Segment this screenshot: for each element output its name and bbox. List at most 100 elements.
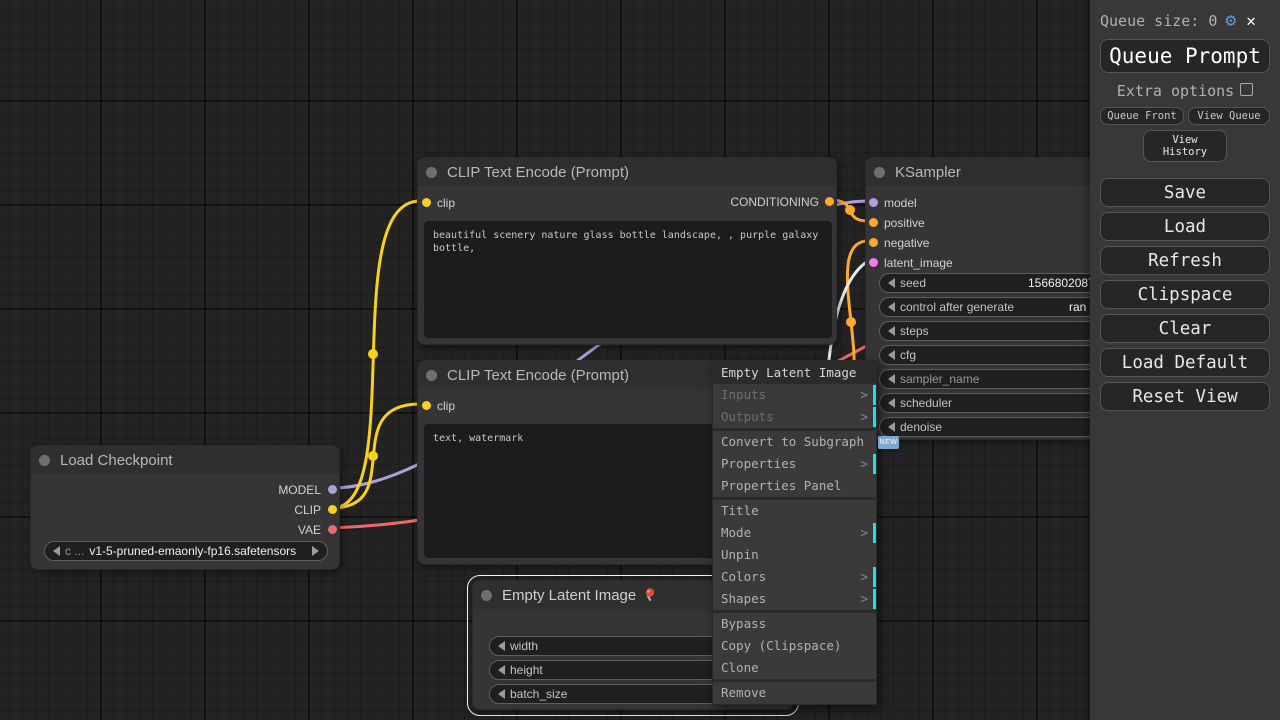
queue-prompt-button[interactable]: Queue Prompt [1100, 39, 1270, 73]
view-queue-button[interactable]: View Queue [1188, 107, 1270, 125]
menu-item-copy-clipspace[interactable]: Copy (Clipspace) [713, 635, 876, 657]
input-slot-latent-image[interactable] [869, 258, 878, 267]
prev-value-icon[interactable] [53, 546, 60, 556]
node-title-bar[interactable]: CLIP Text Encode (Prompt) [418, 158, 836, 186]
widget-label: cfg [900, 348, 916, 362]
prev-value-icon[interactable] [888, 326, 895, 336]
menu-item-convert-to-subgraph[interactable]: Convert to Subgraph NEW [713, 431, 876, 453]
menu-item-properties[interactable]: Properties > [713, 453, 876, 475]
menu-item-outputs[interactable]: Outputs > [713, 406, 876, 428]
clear-button[interactable]: Clear [1100, 314, 1270, 343]
link-dot [368, 451, 378, 461]
ckpt-name-widget[interactable]: c ... v1-5-pruned-emaonly-fp16.safetenso… [44, 541, 328, 561]
output-label: CLIP [294, 503, 321, 517]
node-title: Load Checkpoint [60, 452, 173, 469]
menu-item-title[interactable]: Title [713, 500, 876, 522]
widget-label: seed [900, 276, 926, 290]
control-after-generate-value: ran [1069, 300, 1086, 314]
submenu-accent-bar [873, 589, 876, 609]
input-slot-positive[interactable] [869, 218, 878, 227]
menu-item-unpin[interactable]: Unpin [713, 544, 876, 566]
output-slot-conditioning[interactable] [825, 197, 834, 206]
extra-options-label: Extra options [1117, 82, 1234, 100]
submenu-arrow-icon: > [860, 384, 868, 406]
collapse-dot-icon[interactable] [426, 370, 437, 381]
prev-value-icon[interactable] [888, 374, 895, 384]
link-dot [846, 317, 856, 327]
prev-value-icon[interactable] [888, 398, 895, 408]
node-clip-text-encode-positive[interactable]: CLIP Text Encode (Prompt) clip CONDITION… [417, 157, 837, 345]
node-title: KSampler [895, 164, 961, 181]
menu-item-colors[interactable]: Colors > [713, 566, 876, 588]
widget-label: height [510, 663, 543, 677]
submenu-arrow-icon: > [860, 588, 868, 610]
node-title: CLIP Text Encode (Prompt) [447, 164, 629, 181]
node-title: Empty Latent Image [502, 587, 636, 604]
widget-label: control after generate [900, 300, 1014, 314]
node-title-bar[interactable]: Load Checkpoint [31, 446, 339, 474]
queue-front-button[interactable]: Queue Front [1100, 107, 1184, 125]
input-slot-negative[interactable] [869, 238, 878, 247]
widget-label: width [510, 639, 538, 653]
output-slot-clip[interactable] [328, 505, 337, 514]
submenu-accent-bar [873, 454, 876, 474]
prev-value-icon[interactable] [888, 302, 895, 312]
submenu-accent-bar [873, 523, 876, 543]
menu-item-bypass[interactable]: Bypass [713, 613, 876, 635]
output-slot-vae[interactable] [328, 525, 337, 534]
output-label: MODEL [278, 483, 321, 497]
close-icon[interactable]: ✕ [1246, 11, 1256, 30]
input-label: clip [437, 399, 455, 413]
submenu-arrow-icon: > [860, 566, 868, 588]
widget-label: denoise [900, 420, 942, 434]
prev-value-icon[interactable] [498, 689, 505, 699]
view-history-button[interactable]: View History [1143, 130, 1227, 162]
input-label: negative [884, 236, 929, 250]
submenu-accent-bar [873, 385, 876, 405]
menu-item-properties-panel[interactable]: Properties Panel [713, 475, 876, 497]
widget-label: steps [900, 324, 929, 338]
clipspace-button[interactable]: Clipspace [1100, 280, 1270, 309]
menu-item-mode[interactable]: Mode > [713, 522, 876, 544]
next-value-icon[interactable] [312, 546, 319, 556]
collapse-dot-icon[interactable] [426, 167, 437, 178]
node-load-checkpoint[interactable]: Load Checkpoint MODEL CLIP VAE c ... v1-… [30, 445, 340, 570]
queue-size-label: Queue size: 0 [1100, 12, 1217, 30]
submenu-arrow-icon: > [860, 453, 868, 475]
node-title: CLIP Text Encode (Prompt) [447, 367, 629, 384]
menu-item-inputs[interactable]: Inputs > [713, 384, 876, 406]
reset-view-button[interactable]: Reset View [1100, 382, 1270, 411]
seed-value: 1566802087 [1028, 276, 1095, 290]
collapse-dot-icon[interactable] [39, 455, 50, 466]
collapse-dot-icon[interactable] [874, 167, 885, 178]
input-slot-clip[interactable] [422, 401, 431, 410]
prev-value-icon[interactable] [498, 641, 505, 651]
extra-options-checkbox[interactable] [1240, 83, 1253, 96]
input-slot-clip[interactable] [422, 198, 431, 207]
load-default-button[interactable]: Load Default [1100, 348, 1270, 377]
input-label: model [884, 196, 917, 210]
input-slot-model[interactable] [869, 198, 878, 207]
node-context-menu: Empty Latent Image Inputs > Outputs > Co… [712, 360, 877, 705]
input-label: clip [437, 196, 455, 210]
output-label: CONDITIONING [730, 195, 819, 209]
prev-value-icon[interactable] [888, 350, 895, 360]
submenu-accent-bar [873, 567, 876, 587]
save-button[interactable]: Save [1100, 178, 1270, 207]
prev-value-icon[interactable] [498, 665, 505, 675]
prev-value-icon[interactable] [888, 278, 895, 288]
prompt-textarea[interactable]: beautiful scenery nature glass bottle la… [424, 221, 832, 338]
load-button[interactable]: Load [1100, 212, 1270, 241]
menu-item-shapes[interactable]: Shapes > [713, 588, 876, 610]
prev-value-icon[interactable] [888, 422, 895, 432]
menu-item-remove[interactable]: Remove [713, 682, 876, 704]
output-slot-model[interactable] [328, 485, 337, 494]
comfyui-canvas[interactable]: Load Checkpoint MODEL CLIP VAE c ... v1-… [0, 0, 1280, 720]
refresh-button[interactable]: Refresh [1100, 246, 1270, 275]
context-menu-title: Empty Latent Image [713, 361, 876, 384]
settings-gear-icon[interactable]: ⚙ [1225, 10, 1236, 31]
pin-icon [641, 587, 657, 603]
new-badge: NEW [878, 436, 900, 449]
menu-item-clone[interactable]: Clone [713, 657, 876, 679]
collapse-dot-icon[interactable] [481, 590, 492, 601]
